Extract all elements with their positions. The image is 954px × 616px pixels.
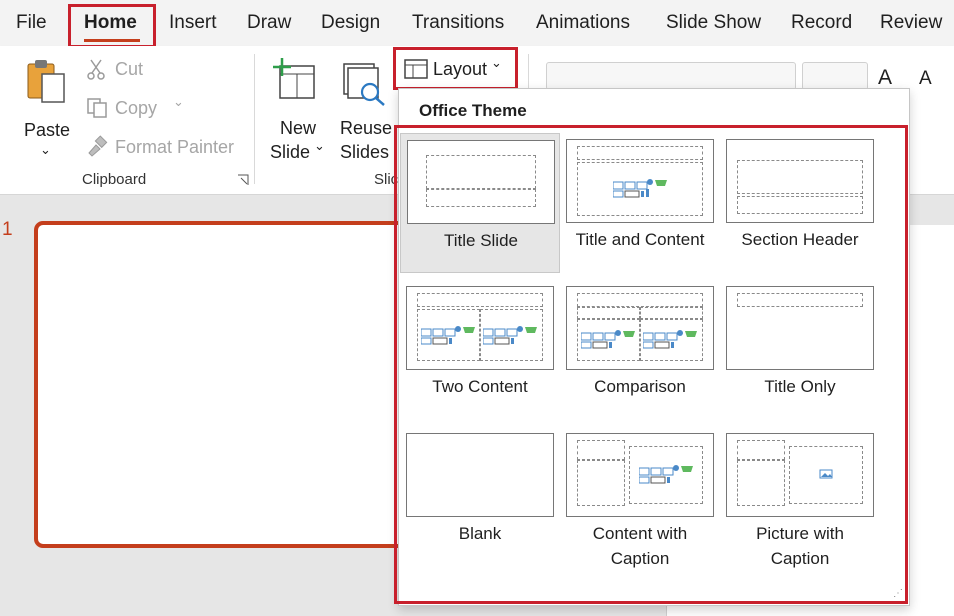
content-placeholder-icon [581, 330, 635, 349]
format-painter-button[interactable]: Format Painter [86, 135, 236, 161]
picture-placeholder-icon [819, 469, 833, 479]
copy-chevron-icon[interactable]: ⌄ [173, 94, 184, 110]
layout-title-slide[interactable]: Title Slide [400, 133, 560, 273]
new-slide-icon [273, 58, 315, 99]
shrink-font-icon[interactable]: A [919, 68, 932, 90]
cut-label: Cut [115, 59, 144, 79]
paste-icon [27, 60, 65, 103]
tab-file[interactable]: File [16, 12, 47, 34]
menu-bar: File Home Insert Draw Design Transitions… [0, 0, 954, 46]
font-size-combo[interactable] [802, 62, 868, 90]
layout-dropdown: Office Theme Title Slide Title and Conte… [398, 88, 910, 606]
tab-review[interactable]: Review [880, 12, 942, 34]
cut-button[interactable]: Cut [86, 58, 206, 84]
content-placeholder-icon [639, 465, 693, 484]
slides-group-label: Slic [374, 171, 399, 188]
layout-label: Blank [458, 524, 502, 543]
layout-label: Title and Content [575, 230, 705, 249]
chevron-down-icon[interactable]: ⌄ [40, 142, 51, 158]
layout-label: Content with Caption [592, 524, 688, 568]
content-placeholder-icon [613, 179, 667, 198]
content-placeholder-icon [483, 326, 537, 345]
new-slide-chevron-icon: ⌄ [314, 138, 325, 153]
cut-icon [87, 59, 105, 80]
paste-button[interactable]: Paste ⌄ [18, 56, 74, 160]
new-slide-button[interactable]: New Slide ⌄ [266, 56, 332, 162]
layout-thumbnail [566, 139, 714, 223]
layout-two-content[interactable]: Two Content [400, 280, 560, 420]
layout-label: Layout [433, 59, 488, 79]
layout-label: Section Header [741, 230, 859, 249]
tab-record[interactable]: Record [791, 12, 852, 34]
layout-label: Title Only [764, 377, 836, 396]
layout-label: Two Content [432, 377, 528, 396]
group-separator [254, 54, 255, 184]
tab-draw[interactable]: Draw [247, 12, 291, 34]
layout-button[interactable]: Layout ⌄ [398, 52, 514, 86]
layout-thumbnail [406, 286, 554, 370]
layout-content-with-caption[interactable]: Content with Caption [560, 427, 720, 568]
format-painter-label: Format Painter [115, 137, 235, 157]
slide-thumbnail[interactable] [34, 221, 414, 548]
tab-home[interactable]: Home [84, 12, 137, 34]
theme-title: Office Theme [419, 101, 527, 120]
content-placeholder-icon [643, 330, 697, 349]
layout-icon [404, 59, 428, 79]
layout-title-and-content[interactable]: Title and Content [560, 133, 720, 273]
format-painter-icon [88, 135, 108, 157]
layout-thumbnail [566, 286, 714, 370]
reuse-slides-icon [343, 63, 385, 106]
layout-thumbnail [726, 286, 874, 370]
layout-blank[interactable]: Blank [400, 427, 560, 567]
tab-transitions[interactable]: Transitions [412, 12, 504, 34]
copy-button[interactable]: Copy ⌄ [86, 94, 196, 123]
grow-font-icon[interactable]: A [878, 66, 892, 90]
resize-grip-icon[interactable]: ⋰ [893, 588, 903, 599]
layout-thumbnail [406, 433, 554, 517]
dialog-launcher-icon[interactable] [237, 174, 249, 186]
content-placeholder-icon [421, 326, 475, 345]
tab-design[interactable]: Design [321, 12, 380, 34]
layout-section-header[interactable]: Section Header [720, 133, 880, 273]
layout-thumbnail [726, 139, 874, 223]
reuse-slides-button[interactable]: Reuse Slides [338, 56, 394, 162]
tab-slide-show[interactable]: Slide Show [666, 12, 761, 34]
layout-label: Comparison [594, 377, 686, 396]
active-tab-underline [84, 39, 140, 42]
layout-title-only[interactable]: Title Only [720, 280, 880, 420]
clipboard-group-label: Clipboard [82, 171, 147, 188]
layout-label: Title Slide [443, 231, 518, 250]
layout-comparison[interactable]: Comparison [560, 280, 720, 420]
slide-number: 1 [2, 219, 13, 240]
paste-label: Paste [24, 120, 71, 140]
layout-picture-with-caption[interactable]: Picture with Caption [720, 427, 880, 568]
copy-label: Copy [115, 98, 158, 118]
font-name-combo[interactable] [546, 62, 796, 90]
layout-chevron-icon: ⌄ [491, 55, 502, 70]
layout-label: Picture with Caption [756, 524, 844, 568]
reuse-slides-label-line2: Slides [340, 142, 390, 162]
new-slide-label: New [280, 118, 317, 138]
reuse-slides-label: Reuse [340, 118, 393, 138]
tab-animations[interactable]: Animations [536, 12, 630, 34]
layout-thumbnail [726, 433, 874, 517]
copy-icon [87, 98, 107, 118]
tab-insert[interactable]: Insert [169, 12, 217, 34]
layout-thumbnail [407, 140, 555, 224]
layout-thumbnail [566, 433, 714, 517]
new-slide-label-line2: Slide [270, 142, 311, 162]
